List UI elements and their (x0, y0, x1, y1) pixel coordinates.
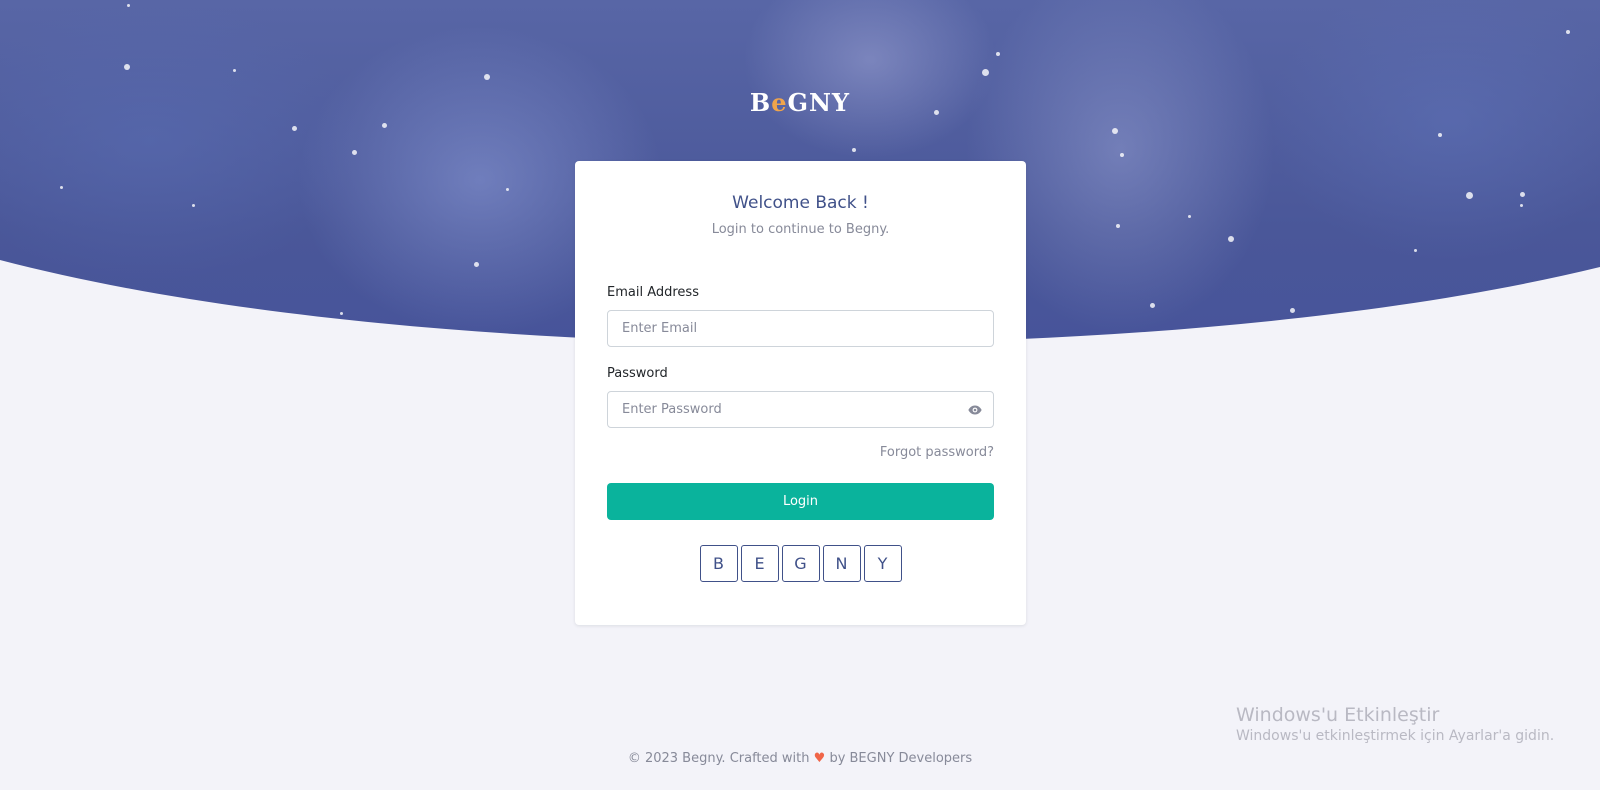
page-title: Welcome Back ! (732, 193, 869, 213)
page-subtitle: Login to continue to Begny. (711, 222, 890, 237)
eye-icon[interactable] (967, 403, 983, 417)
windows-activation-watermark: Windows'u Etkinleştir Windows'u etkinleş… (1236, 704, 1554, 744)
footer: © 2023 Begny. Crafted with ♥ by BEGNY De… (0, 751, 1600, 766)
captcha-letter: N (822, 545, 861, 582)
watermark-title: Windows'u Etkinleştir (1236, 704, 1440, 726)
login-card: Welcome Back ! Login to continue to Begn… (575, 161, 1026, 625)
begny-logo[interactable]: BeGNY (0, 88, 1600, 117)
login-button[interactable]: Login (607, 483, 994, 520)
watermark-subtitle: Windows'u etkinleştirmek için Ayarlar'a … (1236, 728, 1555, 744)
captcha-letter: E (740, 545, 779, 582)
email-label: Email Address (607, 285, 699, 300)
captcha-letter: G (781, 545, 820, 582)
email-field-wrapper (607, 310, 994, 347)
captcha-letter: B (699, 545, 738, 582)
captcha-letters: B E G N Y (607, 545, 994, 582)
password-label: Password (607, 366, 668, 381)
footer-credit: by BEGNY Developers (829, 751, 973, 766)
forgot-password-link[interactable]: Forgot password? (607, 445, 994, 460)
captcha-letter: Y (863, 545, 902, 582)
footer-copyright: © 2023 Begny. Crafted with (627, 751, 810, 766)
email-input[interactable] (608, 311, 993, 346)
heart-icon: ♥ (813, 751, 826, 766)
password-input[interactable] (608, 392, 993, 427)
password-field-wrapper (607, 391, 994, 428)
